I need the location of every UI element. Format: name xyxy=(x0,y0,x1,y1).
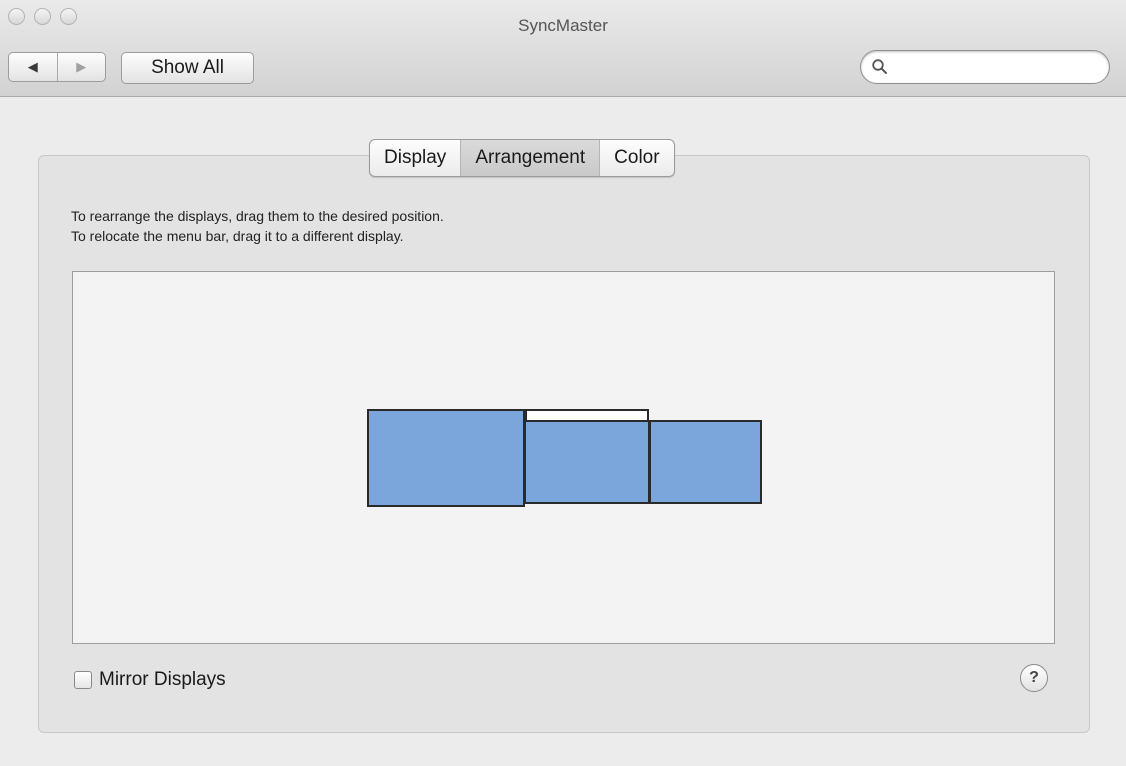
forward-arrow-icon: ▶ xyxy=(76,59,87,74)
display-1[interactable] xyxy=(367,409,525,507)
navigation-segment: ◀ ▶ xyxy=(8,52,106,82)
forward-button[interactable]: ▶ xyxy=(58,53,106,81)
help-button[interactable]: ? xyxy=(1020,664,1048,692)
help-icon: ? xyxy=(1029,669,1039,686)
search-field[interactable] xyxy=(860,50,1110,84)
instruction-rearrange: To rearrange the displays, drag them to … xyxy=(71,208,444,224)
tab-color[interactable]: Color xyxy=(600,140,673,176)
window-toolbar: SyncMaster ◀ ▶ Show All xyxy=(0,0,1126,97)
tab-display[interactable]: Display xyxy=(370,140,462,176)
search-icon xyxy=(872,59,887,74)
display-2[interactable] xyxy=(524,420,650,504)
back-arrow-icon: ◀ xyxy=(27,59,38,74)
mirror-displays-checkbox[interactable] xyxy=(74,671,92,689)
mirror-displays-label: Mirror Displays xyxy=(99,669,226,690)
display-3[interactable] xyxy=(649,420,762,504)
mirror-displays-option[interactable]: Mirror Displays xyxy=(74,669,226,691)
instruction-menu-bar: To relocate the menu bar, drag it to a d… xyxy=(71,228,404,244)
tab-arrangement[interactable]: Arrangement xyxy=(461,140,601,176)
display-arrangement-area xyxy=(72,271,1055,644)
tab-bar: Display Arrangement Color xyxy=(369,139,675,177)
window-title: SyncMaster xyxy=(518,16,608,35)
back-button[interactable]: ◀ xyxy=(9,53,58,81)
show-all-button[interactable]: Show All xyxy=(121,52,254,84)
